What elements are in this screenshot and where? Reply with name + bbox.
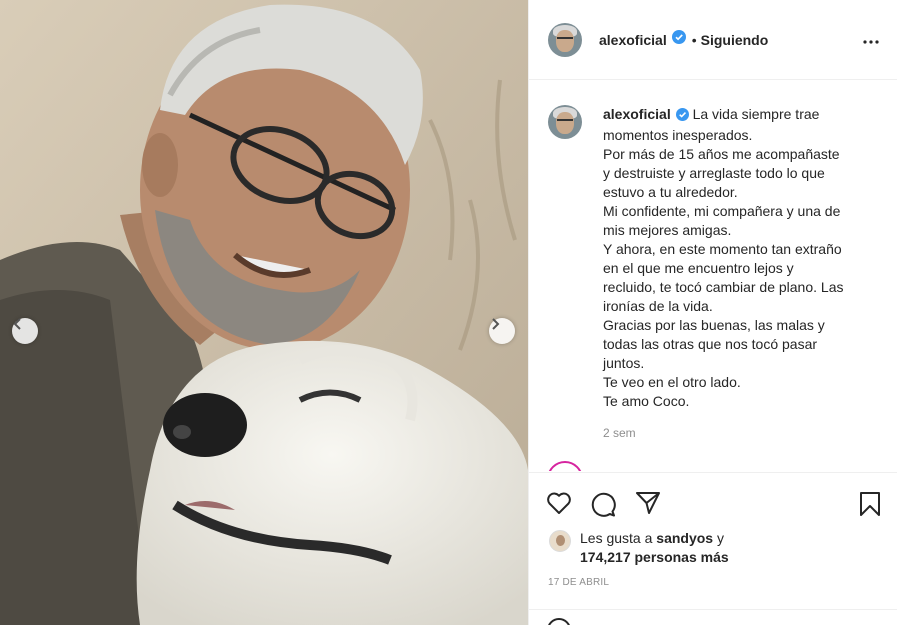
caption-username[interactable]: alexoficial — [603, 106, 671, 122]
next-comment-preview — [601, 464, 861, 470]
header-separator: • — [691, 31, 697, 48]
caption-author-avatar[interactable] — [548, 105, 582, 139]
likes-summary: Les gusta a sandyos y 174,217 personas m… — [549, 529, 729, 567]
save-button[interactable] — [859, 491, 881, 522]
caption-line: mis mejores amigas. — [603, 222, 732, 238]
caption-line: ironías de la vida. — [603, 298, 713, 314]
caption-line: Te veo en el otro lado. — [603, 374, 741, 390]
caption-time-ago[interactable]: 2 sem — [603, 426, 636, 440]
likes-text: Les gusta a sandyos y 174,217 personas m… — [580, 529, 729, 567]
previous-photo-button[interactable] — [12, 318, 38, 344]
post-actions: Les gusta a sandyos y 174,217 personas m… — [529, 472, 897, 625]
add-comment-bar — [529, 609, 897, 625]
caption-text: alexoficial La vida siempre trae momento… — [603, 105, 893, 411]
like-button[interactable] — [546, 491, 572, 520]
first-liker-username[interactable]: sandyos — [656, 530, 713, 546]
caption-line: Gracias por las buenas, las malas y — [603, 317, 825, 333]
chevron-left-icon — [13, 318, 21, 330]
post-photo — [0, 0, 528, 625]
caption-line: juntos. — [603, 355, 645, 371]
caption-line: La vida siempre trae — [692, 106, 820, 122]
likes-prefix: Les gusta a — [580, 530, 653, 546]
chevron-right-icon — [492, 318, 500, 330]
post-header: alexoficial • Siguiendo — [529, 0, 897, 80]
caption-line: en el que me encuentro lejos y — [603, 260, 794, 276]
next-photo-button[interactable] — [489, 318, 515, 344]
bookmark-icon — [860, 492, 880, 516]
more-dots-icon — [863, 39, 879, 44]
author-username[interactable]: alexoficial — [599, 32, 667, 48]
post-side-panel: alexoficial • Siguiendo alexoficial La v… — [528, 0, 897, 625]
caption-line: recluido, te tocó cambiar de plano. Las — [603, 279, 844, 295]
more-options-button[interactable] — [863, 31, 879, 49]
photo-illustration — [0, 0, 528, 625]
following-button[interactable]: Siguiendo — [701, 32, 769, 48]
share-button[interactable] — [635, 491, 661, 520]
caption-line: estuvo a tu alrededor. — [603, 184, 738, 200]
emoji-icon[interactable] — [547, 618, 571, 625]
verified-badge-icon — [675, 107, 689, 126]
caption-line: Mi confidente, mi compañera y una de — [603, 203, 841, 219]
heart-icon — [547, 492, 571, 514]
caption-line: momentos inesperados. — [603, 127, 753, 143]
comment-bubble-icon — [591, 492, 616, 517]
caption-section: alexoficial La vida siempre trae momento… — [529, 81, 897, 461]
author-avatar[interactable] — [548, 22, 582, 57]
caption-line: Por más de 15 años me acompañaste — [603, 146, 840, 162]
caption-first-line: alexoficial La vida siempre trae — [603, 105, 893, 126]
caption-line: y destruiste y arreglaste todo lo que — [603, 165, 825, 181]
comment-button[interactable] — [590, 491, 616, 522]
likes-count-link[interactable]: 174,217 personas más — [580, 549, 729, 565]
next-comment-avatar[interactable] — [547, 461, 587, 471]
caption-line: todas las otras que nos tocó pasar — [603, 336, 818, 352]
caption-line: Te amo Coco. — [603, 393, 690, 409]
likes-connector: y — [716, 530, 724, 546]
paper-plane-icon — [636, 492, 660, 514]
caption-line: Y ahora, en este momento tan extraño — [603, 241, 842, 257]
post-date[interactable]: 17 DE ABRIL — [548, 577, 609, 588]
verified-badge-icon — [671, 30, 686, 49]
liker-avatar[interactable] — [549, 530, 571, 552]
